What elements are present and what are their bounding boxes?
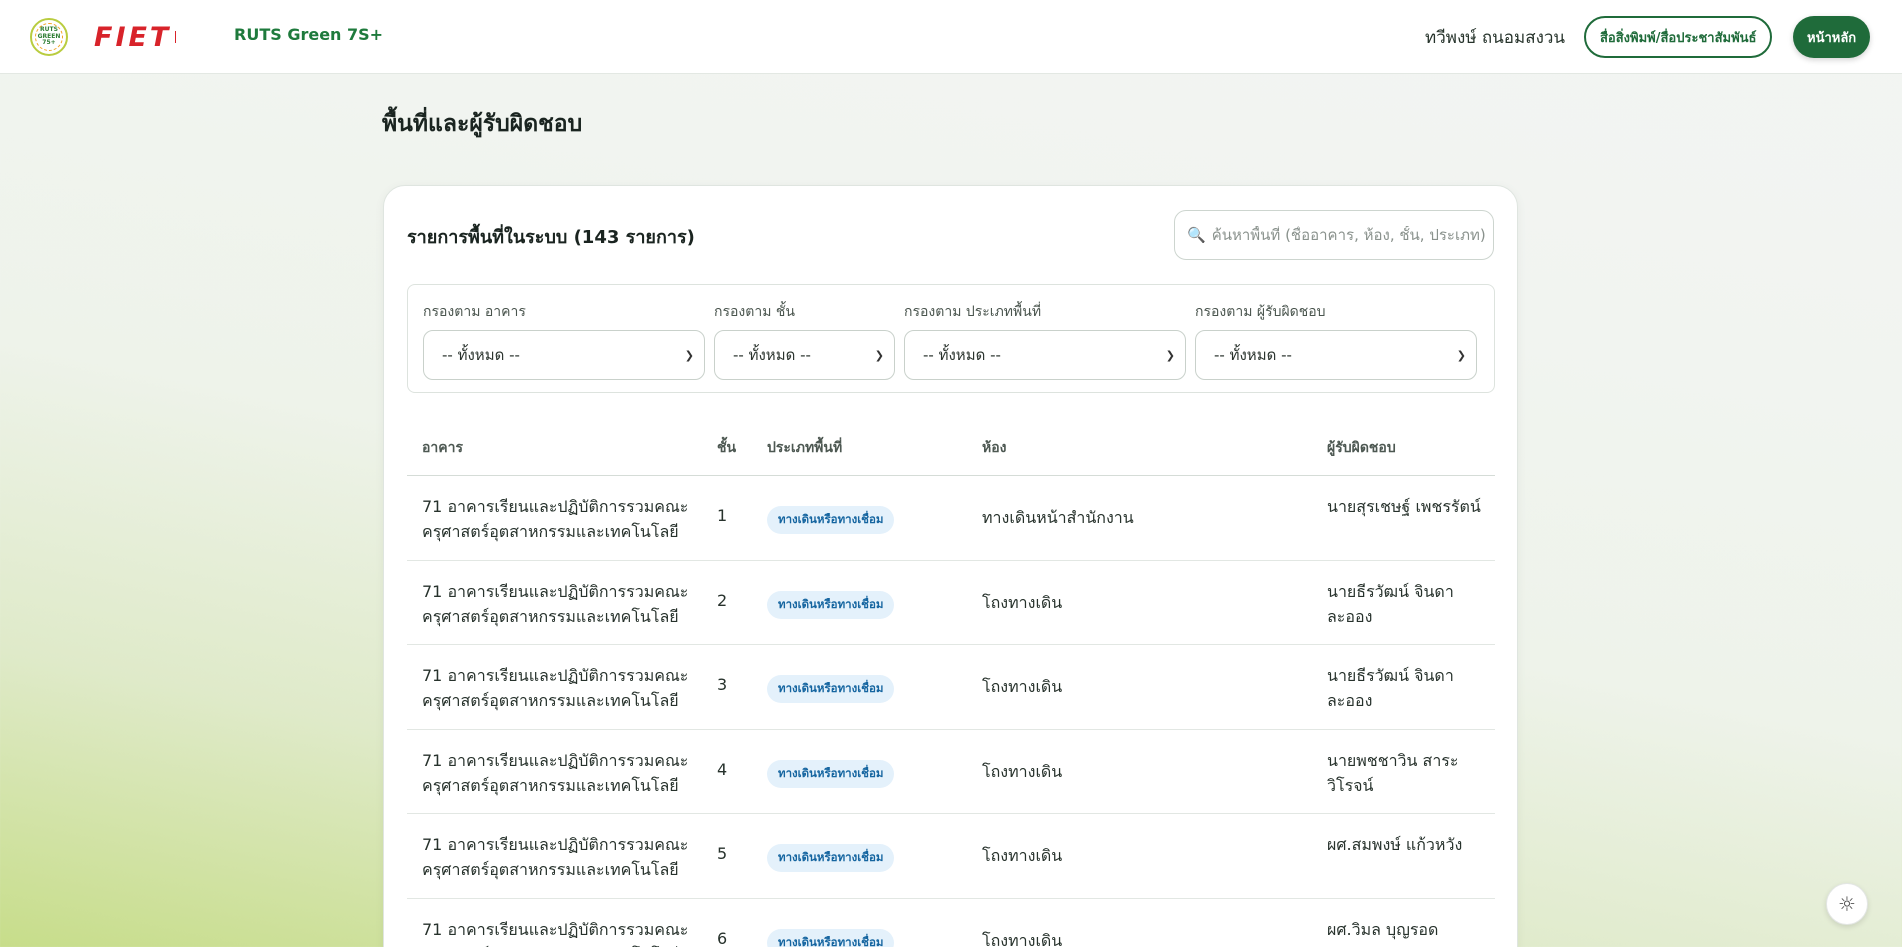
theme-toggle-button[interactable]: ☼ [1826, 883, 1868, 925]
cell-floor: 6 [717, 928, 728, 947]
cell-floor: 1 [717, 506, 728, 525]
area-type-badge: ทางเดินหรือทางเชื่อม [767, 590, 895, 619]
cell-responsible: นายธีรวัฒน์ จินดาละออง [1327, 581, 1454, 626]
filter-panel: กรองตาม อาคาร -- ทั้งหมด -- ❯ กรองตาม ชั… [407, 284, 1495, 393]
filter-responsible-value: -- ทั้งหมด -- [1214, 346, 1292, 364]
cell-room: โถงทางเดิน [982, 846, 1063, 865]
filter-building: กรองตาม อาคาร -- ทั้งหมด -- ❯ [423, 301, 705, 380]
filter-responsible-select[interactable]: -- ทั้งหมด -- ❯ [1195, 330, 1477, 380]
area-type-badge: ทางเดินหรือทางเชื่อม [767, 759, 895, 788]
filter-responsible-label: กรองตาม ผู้รับผิดชอบ [1195, 304, 1326, 320]
search-box[interactable]: 🔍 [1174, 210, 1494, 260]
ruts-green-logo[interactable]: RUTS GREEN 75+ [30, 18, 68, 56]
filter-area-type: กรองตาม ประเภทพื้นที่ -- ทั้งหมด -- ❯ [904, 301, 1186, 380]
col-header-room[interactable]: ห้อง [982, 437, 1006, 459]
chevron-down-icon: ❯ [874, 348, 884, 362]
area-type-badge: ทางเดินหรือทางเชื่อม [767, 844, 895, 872]
fiet-logo-mark: ​​ [175, 31, 211, 43]
table-row[interactable]: 71 อาคารเรียนและปฏิบัติการรวมคณะครุศาสตร… [407, 814, 1495, 899]
brand-name[interactable]: RUTS Green 7S+ [234, 25, 383, 44]
cell-responsible: นายธีรวัฒน์ จินดาละออง [1327, 666, 1454, 710]
table-header: อาคาร ชั้น ประเภทพื้นที่ ห้อง ผู้รับผิดช… [407, 411, 1495, 476]
media-button[interactable]: สื่อสิ่งพิมพ์/สื่อประชาสัมพันธ์ [1584, 16, 1773, 58]
table-row[interactable]: 71 อาคารเรียนและปฏิบัติการรวมคณะครุศาสตร… [407, 645, 1495, 730]
sun-icon: ☼ [1838, 892, 1856, 916]
user-name: ทวีพงษ์ ถนอมสงวน [1425, 28, 1566, 48]
areas-table: อาคาร ชั้น ประเภทพื้นที่ ห้อง ผู้รับผิดช… [407, 411, 1495, 947]
table-row[interactable]: 71 อาคารเรียนและปฏิบัติการรวมคณะครุศาสตร… [407, 476, 1495, 561]
chevron-down-icon: ❯ [1165, 348, 1175, 362]
col-header-building[interactable]: อาคาร [422, 437, 463, 459]
home-button[interactable]: หน้าหลัก [1793, 16, 1871, 58]
cell-room: โถงทางเดิน [982, 930, 1063, 947]
top-navbar: RUTS GREEN 75+ FIET ​​ RUTS Green 7S+ ทว… [0, 0, 1902, 74]
filter-floor-value: -- ทั้งหมด -- [733, 346, 811, 364]
cell-room: โถงทางเดิน [982, 592, 1063, 612]
cell-building: 71 อาคารเรียนและปฏิบัติการรวมคณะครุศาสตร… [422, 835, 689, 879]
filter-area-type-label: กรองตาม ประเภทพื้นที่ [904, 304, 1042, 320]
cell-room: โถงทางเดิน [982, 761, 1063, 781]
filter-responsible: กรองตาม ผู้รับผิดชอบ -- ทั้งหมด -- ❯ [1195, 301, 1477, 380]
cell-responsible: ผศ.สมพงษ์ แก้วหวัง [1327, 835, 1463, 854]
table-row[interactable]: 71 อาคารเรียนและปฏิบัติการรวมคณะครุศาสตร… [407, 730, 1495, 814]
filter-floor-select[interactable]: -- ทั้งหมด -- ❯ [714, 330, 895, 380]
cell-responsible: ผศ.วิมล บุญรอด [1327, 919, 1439, 939]
card-title: รายการพื้นที่ในระบบ (143 รายการ) [407, 227, 695, 248]
filter-floor-label: กรองตาม ชั้น [714, 304, 795, 320]
cell-responsible: นายสุรเชษฐ์ เพชรรัตน์ [1327, 497, 1481, 516]
col-header-area-type[interactable]: ประเภทพื้นที่ [767, 437, 842, 459]
cell-building: 71 อาคารเรียนและปฏิบัติการรวมคณะครุศาสตร… [422, 581, 689, 626]
cell-building: 71 อาคารเรียนและปฏิบัติการรวมคณะครุศาสตร… [422, 497, 689, 541]
filter-area-type-select[interactable]: -- ทั้งหมด -- ❯ [904, 330, 1186, 380]
filter-area-type-value: -- ทั้งหมด -- [923, 346, 1001, 364]
cell-building: 71 อาคารเรียนและปฏิบัติการรวมคณะครุศาสตร… [422, 919, 689, 947]
filter-building-select[interactable]: -- ทั้งหมด -- ❯ [423, 330, 705, 380]
page-title: พื้นที่และผู้รับผิดชอบ [382, 111, 583, 137]
cell-room: ทางเดินหน้าสำนักงาน [982, 508, 1134, 527]
fiet-logo-text: FIET [94, 21, 172, 53]
search-icon: 🔍 [1187, 226, 1206, 244]
chevron-down-icon: ❯ [684, 348, 694, 362]
cell-room: โถงทางเดิน [982, 677, 1063, 696]
col-header-floor[interactable]: ชั้น [717, 437, 736, 459]
chevron-down-icon: ❯ [1456, 348, 1466, 362]
cell-floor: 5 [717, 844, 728, 863]
table-row[interactable]: 71 อาคารเรียนและปฏิบัติการรวมคณะครุศาสตร… [407, 561, 1495, 645]
cell-floor: 3 [717, 675, 728, 694]
cell-floor: 4 [717, 759, 728, 779]
cell-responsible: นายพชชาวิน สาระวิโรจน์ [1327, 750, 1459, 795]
area-type-badge: ทางเดินหรือทางเชื่อม [767, 675, 895, 703]
filter-building-label: กรองตาม อาคาร [423, 304, 526, 320]
areas-card: รายการพื้นที่ในระบบ (143 รายการ) 🔍 กรองต… [383, 185, 1518, 947]
table-row[interactable]: 71 อาคารเรียนและปฏิบัติการรวมคณะครุศาสตร… [407, 899, 1495, 947]
cell-building: 71 อาคารเรียนและปฏิบัติการรวมคณะครุศาสตร… [422, 666, 689, 710]
cell-floor: 2 [717, 590, 728, 610]
area-type-badge: ทางเดินหรือทางเชื่อม [767, 928, 895, 947]
cell-building: 71 อาคารเรียนและปฏิบัติการรวมคณะครุศาสตร… [422, 750, 689, 795]
col-header-responsible[interactable]: ผู้รับผิดชอบ [1327, 437, 1396, 459]
fiet-logo[interactable]: FIET ​​ [94, 21, 211, 53]
filter-building-value: -- ทั้งหมด -- [442, 346, 520, 364]
filter-floor: กรองตาม ชั้น -- ทั้งหมด -- ❯ [714, 301, 895, 380]
area-type-badge: ทางเดินหรือทางเชื่อม [767, 506, 895, 534]
search-input[interactable] [1211, 226, 1492, 244]
